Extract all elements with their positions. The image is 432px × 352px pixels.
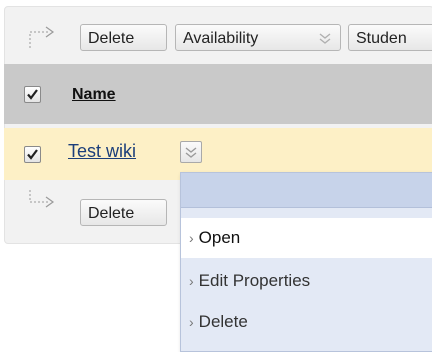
select-all-checkbox[interactable] xyxy=(24,86,41,103)
table-header-row xyxy=(4,64,432,124)
checkmark-icon xyxy=(27,89,38,100)
name-column-header[interactable]: Name xyxy=(72,86,116,104)
action-bar-arrow-icon xyxy=(29,26,55,48)
chevron-down-icon xyxy=(185,147,197,158)
action-bar-arrow-icon xyxy=(29,190,55,208)
item-title-link[interactable]: Test wiki xyxy=(68,141,136,162)
checkmark-icon xyxy=(27,149,38,160)
item-options-button[interactable] xyxy=(180,141,202,163)
chevron-right-icon: › xyxy=(189,314,194,330)
menu-item-label: Delete xyxy=(198,312,248,331)
context-menu-header xyxy=(181,173,432,208)
availability-button[interactable]: Availability xyxy=(175,24,341,51)
chevron-down-icon xyxy=(319,33,331,44)
row-checkbox[interactable] xyxy=(24,146,41,163)
chevron-right-icon: › xyxy=(189,230,194,246)
delete-button-top[interactable]: Delete xyxy=(80,24,167,51)
menu-item-open[interactable]: › Open xyxy=(181,218,432,258)
menu-item-edit-properties[interactable]: › Edit Properties xyxy=(181,261,432,301)
menu-item-delete[interactable]: › Delete xyxy=(181,302,432,342)
chevron-right-icon: › xyxy=(189,273,194,289)
item-context-menu: › Open › Edit Properties › Delete xyxy=(180,172,432,352)
menu-item-label: Edit Properties xyxy=(198,271,311,290)
delete-button-bottom[interactable]: Delete xyxy=(80,199,167,226)
students-button[interactable]: Studen xyxy=(348,24,432,51)
availability-label: Availability xyxy=(183,30,259,47)
menu-item-label: Open xyxy=(198,228,241,247)
